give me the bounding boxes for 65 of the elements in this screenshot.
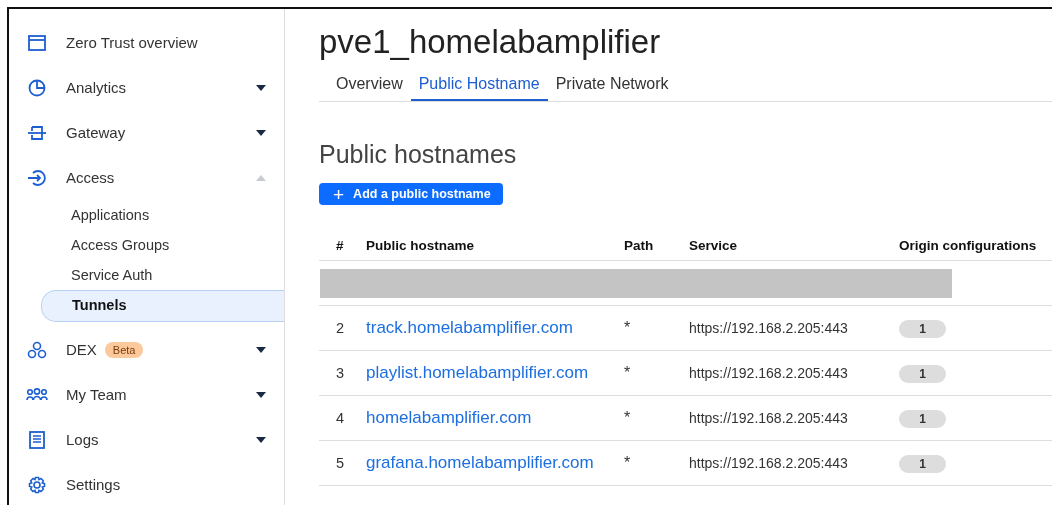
team-icon: [26, 387, 48, 402]
service-cell: https://192.168.2.205:443: [689, 365, 848, 381]
row-number: 5: [336, 455, 345, 471]
column-header: Path: [624, 238, 655, 255]
sidebar-item[interactable]: My Team: [9, 372, 284, 417]
list-icon: [29, 430, 45, 449]
sidebar-label: DEX: [66, 341, 97, 358]
caret-down-icon[interactable]: [256, 436, 266, 443]
hostname-link[interactable]: grafana.homelabamplifier.com: [366, 453, 594, 472]
service-cell: https://192.168.2.205:443: [689, 410, 848, 426]
sidebar-subitem[interactable]: Access Groups: [41, 230, 284, 260]
path-cell: *: [624, 364, 631, 381]
sidebar-item[interactable]: Gateway: [9, 110, 284, 155]
sidebar-label: Access: [66, 169, 115, 186]
sidebar-label: Settings: [66, 476, 121, 493]
sidebar-item[interactable]: DEX Beta: [9, 327, 284, 372]
column-header: Origin configurations: [899, 238, 1038, 255]
sidebar-subitem[interactable]: Service Auth: [41, 260, 284, 290]
count-badge: 1: [899, 364, 946, 383]
column-header: #: [335, 238, 345, 255]
sidebar-label: Gateway: [66, 124, 126, 141]
row-number: 3: [336, 365, 345, 381]
service-cell: https://192.168.2.205:443: [689, 320, 848, 336]
path-cell: *: [624, 409, 631, 426]
sidebar-subitem[interactable]: Tunnels: [41, 290, 284, 322]
settings-icon: [28, 475, 46, 494]
column-header: Service: [689, 238, 739, 255]
sidebar-item[interactable]: Access: [9, 155, 284, 200]
path-cell: *: [624, 454, 631, 471]
sidebar-item[interactable]: Logs: [9, 417, 284, 462]
caret-down-icon[interactable]: [256, 84, 266, 91]
window-icon: [28, 34, 46, 51]
caret-down-icon[interactable]: [256, 391, 266, 398]
pie-chart-icon: [28, 78, 46, 97]
sidebar-item[interactable]: Settings: [9, 462, 284, 505]
add-hostname-button[interactable]: + Add a public hostname: [319, 183, 503, 205]
count-badge: 1: [899, 319, 946, 338]
caret-down-icon[interactable]: [256, 346, 266, 353]
hostname-link[interactable]: playlist.homelabamplifier.com: [366, 363, 589, 382]
tab[interactable]: Private Network: [547, 71, 677, 101]
sign-in-icon: [27, 168, 47, 187]
tab[interactable]: Public Hostname: [410, 71, 548, 101]
sidebar-subitem[interactable]: Applications: [41, 200, 284, 230]
gateway-icon: [27, 124, 47, 141]
network-icon: [27, 340, 47, 359]
hostname-link[interactable]: track.homelabamplifier.com: [366, 318, 573, 337]
sidebar-label: My Team: [66, 386, 127, 403]
section-title: Public hostnames: [319, 140, 517, 169]
row-number: 4: [336, 410, 345, 426]
caret-down-icon[interactable]: [256, 129, 266, 136]
path-cell: *: [624, 319, 631, 336]
count-badge: 1: [899, 409, 946, 428]
row-number: 2: [336, 320, 345, 336]
column-header: Public hostname: [366, 238, 476, 255]
sidebar-label: Logs: [66, 431, 99, 448]
sidebar-label: Zero Trust overview: [66, 34, 198, 51]
count-badge: 1: [899, 454, 946, 473]
page-title: pve1_homelabamplifier: [319, 23, 661, 61]
service-cell: https://192.168.2.205:443: [689, 455, 848, 471]
sidebar-label: Analytics: [66, 79, 127, 96]
sidebar-item[interactable]: Zero Trust overview: [9, 20, 284, 65]
sidebar-item[interactable]: Analytics: [9, 65, 284, 110]
beta-badge: Beta: [104, 341, 144, 358]
tab[interactable]: Overview: [328, 71, 411, 101]
hostname-link[interactable]: homelabamplifier.com: [366, 408, 532, 427]
